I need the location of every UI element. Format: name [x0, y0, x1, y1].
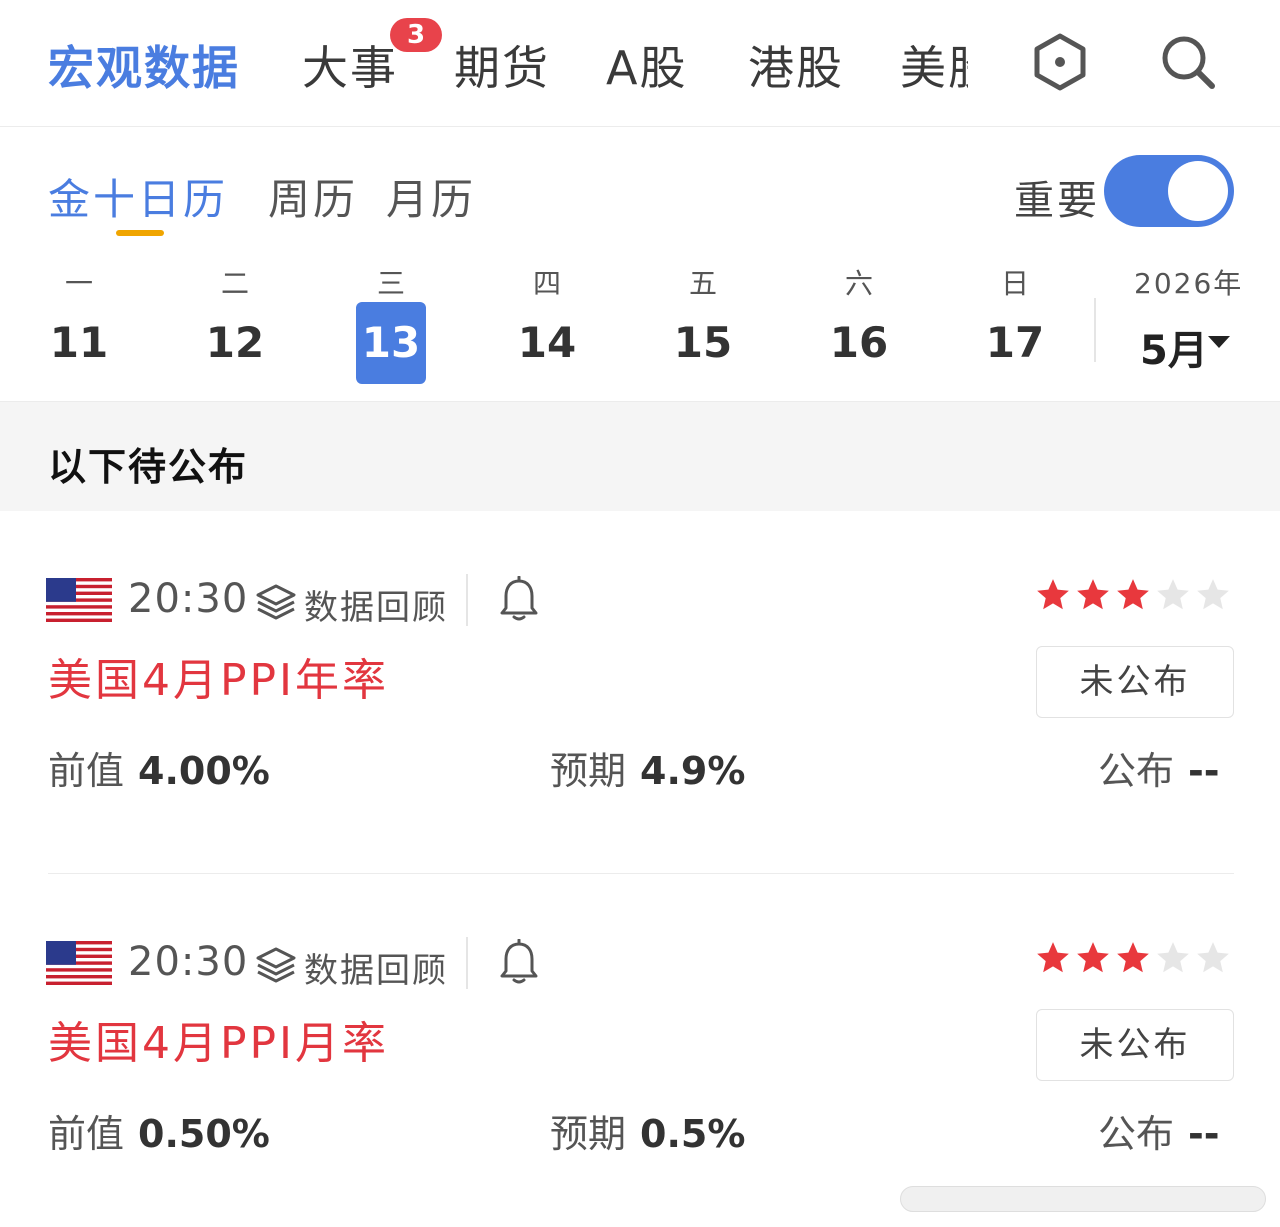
search-icon[interactable]	[1158, 32, 1218, 92]
tab-big-events[interactable]: 大事	[302, 32, 398, 98]
toggle-knob	[1168, 161, 1228, 221]
previous-value: 前值 0.50%	[48, 1103, 270, 1158]
important-toggle[interactable]	[1104, 155, 1234, 227]
tab-week-calendar[interactable]: 周历	[268, 166, 358, 227]
weekday-label: 一	[64, 267, 93, 300]
star-empty-icon	[1157, 942, 1189, 973]
tab-us-stocks[interactable]: 美股	[900, 32, 968, 98]
event-time: 20:30	[128, 939, 249, 985]
event-card[interactable]: 20:30 数据回顾 美国4月PPI年率 未公布 前值 4.00% 预期 4.9% …	[0, 536, 1280, 898]
row-divider	[48, 873, 1234, 874]
active-tab-underline	[116, 230, 164, 236]
forecast-number: 0.5%	[640, 1112, 746, 1156]
forecast-value: 预期 0.5%	[550, 1103, 745, 1158]
year-label: 2026年	[1134, 267, 1244, 300]
data-review-link[interactable]: 数据回顾	[304, 580, 448, 629]
previous-number: 4.00%	[138, 749, 270, 793]
month-selector[interactable]: 5月	[1140, 318, 1208, 376]
actual-label: 公布	[1098, 749, 1175, 793]
weekday-label: 四	[532, 267, 561, 300]
day-15[interactable]: 15	[668, 302, 738, 384]
actual-label: 公布	[1098, 1112, 1175, 1156]
important-filter-label: 重要	[1014, 178, 1100, 224]
tab-us-stocks-clip[interactable]: 美股	[900, 32, 968, 102]
star-empty-icon	[1157, 579, 1189, 610]
actual-value: 公布 --	[1098, 740, 1220, 795]
tab-jin10-calendar[interactable]: 金十日历	[48, 166, 228, 227]
day-17[interactable]: 17	[980, 302, 1050, 384]
event-title: 美国4月PPI月率	[48, 1018, 390, 1069]
forecast-label: 预期	[550, 1112, 627, 1156]
star-filled-icon	[1077, 942, 1109, 973]
divider	[466, 574, 468, 626]
event-title: 美国4月PPI年率	[48, 655, 390, 706]
pending-section-header: 以下待公布	[0, 401, 1280, 511]
bell-icon[interactable]	[498, 576, 540, 622]
event-time: 20:30	[128, 576, 249, 622]
importance-stars	[1034, 939, 1234, 983]
tab-a-shares[interactable]: A股	[606, 32, 687, 98]
top-nav: 宏观数据 大事 3 期货 A股 港股 美股	[0, 0, 1280, 127]
previous-label: 前值	[48, 1112, 125, 1156]
weekday-label: 二	[220, 267, 249, 300]
star-empty-icon	[1197, 579, 1229, 610]
layers-icon[interactable]	[254, 945, 298, 985]
actual-value: 公布 --	[1098, 1103, 1220, 1158]
weekday-label: 三	[376, 267, 405, 300]
layers-icon[interactable]	[254, 582, 298, 622]
hexagon-icon[interactable]	[1030, 32, 1090, 92]
scroll-indicator	[900, 1186, 1266, 1212]
notification-badge: 3	[390, 18, 442, 52]
importance-stars	[1034, 576, 1234, 620]
event-card[interactable]: 20:30 数据回顾 美国4月PPI月率 未公布 前值 0.50% 预期 0.5% …	[0, 899, 1280, 1227]
star-filled-icon	[1117, 942, 1149, 973]
tab-futures[interactable]: 期货	[454, 32, 550, 98]
previous-value: 前值 4.00%	[48, 740, 270, 795]
day-11[interactable]: 11	[44, 302, 114, 384]
section-title: 以下待公布	[48, 445, 249, 489]
tab-hk-stocks[interactable]: 港股	[748, 32, 844, 98]
status-button[interactable]: 未公布	[1036, 1009, 1234, 1081]
weekday-label: 日	[1000, 267, 1029, 300]
tab-macro-data[interactable]: 宏观数据	[48, 32, 240, 98]
forecast-label: 预期	[550, 749, 627, 793]
actual-number: --	[1188, 749, 1220, 793]
actual-number: --	[1188, 1112, 1220, 1156]
day-14[interactable]: 14	[512, 302, 582, 384]
bell-icon[interactable]	[498, 939, 540, 985]
star-filled-icon	[1077, 579, 1109, 610]
star-filled-icon	[1037, 942, 1069, 973]
forecast-value: 预期 4.9%	[550, 740, 745, 795]
data-review-link[interactable]: 数据回顾	[304, 943, 448, 992]
divider	[466, 937, 468, 989]
status-button[interactable]: 未公布	[1036, 646, 1234, 718]
chevron-down-icon[interactable]	[1208, 336, 1230, 348]
divider	[1094, 298, 1096, 362]
tab-month-calendar[interactable]: 月历	[386, 166, 476, 227]
star-filled-icon	[1037, 579, 1069, 610]
us-flag-icon	[46, 578, 112, 622]
star-filled-icon	[1117, 579, 1149, 610]
previous-label: 前值	[48, 749, 125, 793]
day-12[interactable]: 12	[200, 302, 270, 384]
day-13-selected[interactable]: 13	[356, 302, 426, 384]
forecast-number: 4.9%	[640, 749, 746, 793]
us-flag-icon	[46, 941, 112, 985]
weekday-label: 五	[688, 267, 717, 300]
previous-number: 0.50%	[138, 1112, 270, 1156]
day-16[interactable]: 16	[824, 302, 894, 384]
star-empty-icon	[1197, 942, 1229, 973]
weekday-label: 六	[844, 267, 873, 300]
